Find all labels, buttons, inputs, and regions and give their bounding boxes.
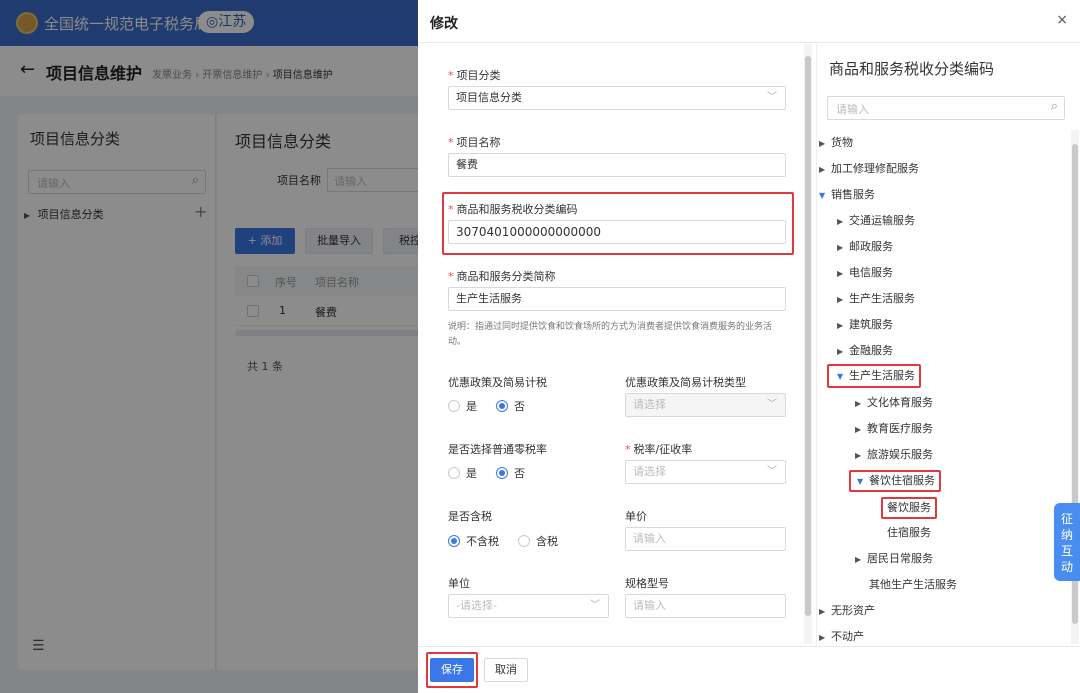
- tree-node-real-estate[interactable]: ▶ 不动产: [819, 624, 864, 642]
- chevron-down-icon: ﹀: [767, 399, 777, 410]
- tree-node-construction[interactable]: ▶ 建筑服务: [837, 312, 893, 338]
- tree-node-sales-services[interactable]: ▼ 销售服务: [819, 182, 875, 208]
- tree-node-catering-lodging[interactable]: ▼ 餐饮住宿服务: [849, 470, 941, 492]
- tax-code-tree-panel: 商品和服务税收分类编码 请输入 ⌕ ▶ 货物 ▶ 加工修理修配服务 ▼ 销售服务 ▶ 交…: [816, 44, 1080, 646]
- tree-node-education-medical[interactable]: ▶ 教育医疗服务: [855, 416, 933, 442]
- caret-down-icon[interactable]: ▼: [819, 183, 831, 209]
- cancel-button[interactable]: 取消: [484, 658, 528, 682]
- zero-radio-no[interactable]: 否: [496, 465, 525, 481]
- price-label: 单价: [625, 510, 647, 523]
- caret-right-icon[interactable]: ▶: [837, 261, 849, 287]
- tax-inclusive-label: 是否含税: [448, 510, 492, 523]
- close-icon[interactable]: ×: [1056, 12, 1068, 28]
- caret-right-icon[interactable]: ▶: [855, 391, 867, 417]
- scrollbar-thumb[interactable]: [805, 56, 811, 616]
- tree-node-lodging[interactable]: 住宿服务: [887, 520, 931, 546]
- tree-node-processing[interactable]: ▶ 加工修理修配服务: [819, 156, 919, 182]
- spec-input[interactable]: 请输入: [625, 594, 786, 618]
- zero-rate-label: 是否选择普通零税率: [448, 443, 547, 456]
- caret-right-icon[interactable]: ▶: [837, 339, 849, 365]
- chevron-down-icon: ﹀: [767, 466, 777, 477]
- short-name-label: * 商品和服务分类简称: [448, 270, 556, 283]
- zero-radio-yes[interactable]: 是: [448, 465, 477, 481]
- caret-right-icon[interactable]: ▶: [837, 209, 849, 235]
- radio-icon[interactable]: [448, 467, 460, 479]
- name-label: * 项目名称: [448, 136, 501, 149]
- chevron-down-icon: ﹀: [590, 600, 600, 611]
- tax-code-input[interactable]: 3070401000000000000: [448, 220, 786, 244]
- edit-drawer: 修改 × * 项目分类 项目信息分类 ﹀ * 项目名称 餐费 * 商品和服务税收分类编…: [418, 0, 1080, 693]
- unit-select[interactable]: -请选择- ﹀: [448, 594, 609, 618]
- category-select[interactable]: 项目信息分类 ﹀: [448, 86, 786, 110]
- search-icon[interactable]: ⌕: [1051, 99, 1058, 114]
- tree-node-living-services-expanded[interactable]: ▼ 生产生活服务: [827, 364, 921, 388]
- preference-type-select[interactable]: 请选择 ﹀: [625, 393, 786, 417]
- rate-label: * 税率/征收率: [625, 443, 693, 456]
- category-value: 项目信息分类: [456, 91, 522, 104]
- name-input[interactable]: 餐费: [448, 153, 786, 177]
- caret-down-icon[interactable]: ▼: [837, 367, 849, 387]
- tree-node-telecom[interactable]: ▶ 电信服务: [837, 260, 893, 286]
- modal-overlay: [0, 0, 418, 693]
- tree-node-tourism[interactable]: ▶ 旅游娱乐服务: [855, 442, 933, 468]
- rate-select[interactable]: 请选择 ﹀: [625, 460, 786, 484]
- caret-right-icon[interactable]: ▶: [855, 417, 867, 443]
- tax-incl-radio[interactable]: 含税: [518, 533, 558, 549]
- caret-right-icon[interactable]: ▶: [837, 235, 849, 261]
- description-note: 说明：指通过同时提供饮食和饮食场所的方式为消费者提供饮食消费服务的业务活动。: [448, 322, 773, 347]
- tree-node-catering[interactable]: 餐饮服务: [881, 497, 937, 519]
- tree-node-other-living[interactable]: 其他生产生活服务: [869, 572, 957, 598]
- caret-right-icon[interactable]: ▶: [837, 287, 849, 313]
- preference-type-label: 优惠政策及简易计税类型: [625, 376, 746, 389]
- radio-icon[interactable]: [448, 400, 460, 412]
- preference-label: 优惠政策及简易计税: [448, 376, 547, 389]
- caret-right-icon[interactable]: ▶: [855, 443, 867, 469]
- search-placeholder: 请输入: [836, 103, 869, 116]
- interaction-float-tab[interactable]: 征纳互动: [1054, 503, 1080, 581]
- edit-form: * 项目分类 项目信息分类 ﹀ * 项目名称 餐费 * 商品和服务税收分类编码 307…: [418, 44, 812, 646]
- radio-icon[interactable]: [518, 535, 530, 547]
- placeholder: 请选择: [633, 465, 666, 478]
- pref-radio-yes[interactable]: 是: [448, 398, 477, 414]
- price-input[interactable]: 请输入: [625, 527, 786, 551]
- caret-right-icon[interactable]: ▶: [819, 131, 831, 157]
- radio-checked-icon[interactable]: [496, 467, 508, 479]
- caret-down-icon[interactable]: ▼: [857, 473, 869, 491]
- tree-list: ▶ 货物 ▶ 加工修理修配服务 ▼ 销售服务 ▶ 交通运输服务 ▶ 邮政服务 ▶ 电信服务 …: [817, 130, 1072, 642]
- code-label: * 商品和服务税收分类编码: [448, 203, 578, 216]
- tax-excl-radio[interactable]: 不含税: [448, 533, 499, 549]
- short-name-input[interactable]: 生产生活服务: [448, 287, 786, 311]
- placeholder: 请选择: [633, 398, 666, 411]
- save-button[interactable]: 保存: [430, 658, 474, 682]
- drawer-header: 修改 ×: [418, 0, 1080, 43]
- placeholder: -请选择-: [456, 599, 497, 612]
- category-label: * 项目分类: [448, 69, 501, 82]
- caret-right-icon[interactable]: ▶: [819, 625, 831, 642]
- tree-node-intangible[interactable]: ▶ 无形资产: [819, 598, 875, 624]
- unit-label: 单位: [448, 577, 470, 590]
- float-tab-label: 征纳互动: [1060, 512, 1073, 574]
- tree-title: 商品和服务税收分类编码: [829, 60, 995, 78]
- radio-checked-icon[interactable]: [496, 400, 508, 412]
- pref-radio-no[interactable]: 否: [496, 398, 525, 414]
- tree-node-goods[interactable]: ▶ 货物: [819, 130, 853, 156]
- tree-node-living-services[interactable]: ▶ 生产生活服务: [837, 286, 915, 312]
- tree-node-finance[interactable]: ▶ 金融服务: [837, 338, 893, 364]
- drawer-footer: 保存 取消: [418, 646, 1080, 693]
- tree-node-postal[interactable]: ▶ 邮政服务: [837, 234, 893, 260]
- caret-right-icon[interactable]: ▶: [837, 313, 849, 339]
- tree-node-culture-sports[interactable]: ▶ 文化体育服务: [855, 390, 933, 416]
- caret-right-icon[interactable]: ▶: [819, 599, 831, 625]
- caret-right-icon[interactable]: ▶: [819, 157, 831, 183]
- spec-label: 规格型号: [625, 577, 669, 590]
- drawer-title: 修改: [430, 16, 458, 32]
- radio-checked-icon[interactable]: [448, 535, 460, 547]
- tree-node-daily-services[interactable]: ▶ 居民日常服务: [855, 546, 933, 572]
- form-scrollbar[interactable]: [804, 44, 812, 644]
- tree-search-input[interactable]: 请输入 ⌕: [827, 96, 1065, 120]
- chevron-down-icon: ﹀: [767, 92, 777, 103]
- tree-node-transport[interactable]: ▶ 交通运输服务: [837, 208, 915, 234]
- caret-right-icon[interactable]: ▶: [855, 547, 867, 573]
